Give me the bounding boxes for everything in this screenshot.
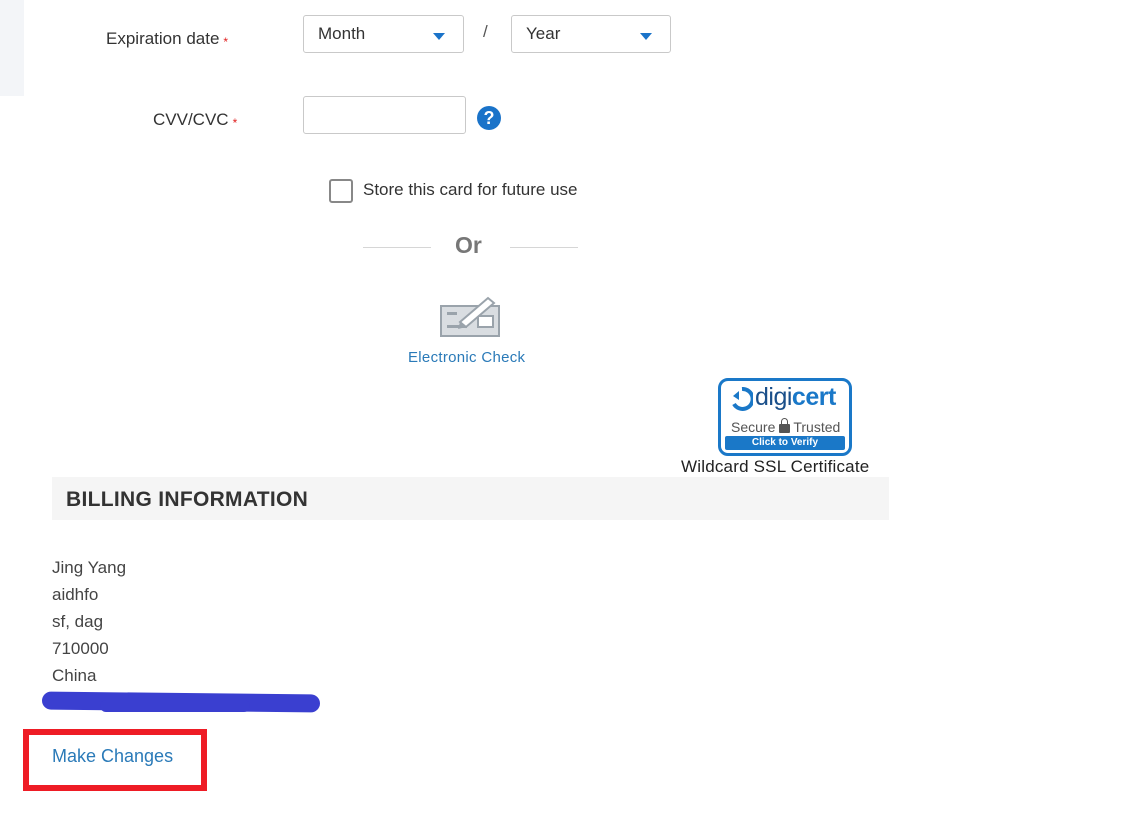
chevron-down-icon bbox=[433, 33, 445, 40]
expiration-month-select[interactable]: Month bbox=[303, 15, 464, 53]
billing-address-line: Jing Yang bbox=[52, 558, 127, 577]
store-card-checkbox[interactable] bbox=[329, 179, 353, 203]
digicert-logo-icon bbox=[732, 387, 753, 411]
divider-line-left bbox=[363, 247, 431, 248]
divider-line-right bbox=[510, 247, 578, 248]
billing-address-line: 710000 bbox=[52, 639, 109, 658]
lock-icon bbox=[779, 418, 791, 433]
or-divider-text: Or bbox=[455, 232, 482, 258]
cvv-input[interactable] bbox=[303, 96, 466, 134]
billing-address-line: aidhfo bbox=[52, 585, 99, 604]
make-changes-link[interactable]: Make Changes bbox=[52, 746, 173, 767]
help-icon[interactable]: ? bbox=[477, 106, 501, 130]
left-edge-strip bbox=[0, 0, 24, 96]
billing-address-line: sf, dag bbox=[52, 612, 104, 631]
expiration-year-value: Year bbox=[526, 24, 561, 43]
ssl-certificate-caption: Wildcard SSL Certificate bbox=[681, 457, 870, 476]
redaction-mark bbox=[100, 700, 250, 712]
digicert-ssl-badge[interactable]: digicert Secure Trusted Click to Verify bbox=[718, 378, 852, 456]
billing-title: BILLING INFORMATION bbox=[66, 488, 309, 511]
electronic-check-link[interactable]: Electronic Check bbox=[408, 349, 525, 366]
billing-section-header: BILLING INFORMATION bbox=[52, 477, 889, 520]
billing-address-line: China bbox=[52, 666, 97, 685]
cvv-label: CVV/CVC * bbox=[153, 110, 238, 130]
digicert-brand: digicert bbox=[755, 383, 836, 411]
required-marker: * bbox=[232, 116, 238, 130]
expiration-date-label: Expiration date * bbox=[106, 29, 229, 49]
date-separator: / bbox=[483, 22, 488, 41]
expiration-month-value: Month bbox=[318, 24, 366, 43]
required-marker: * bbox=[223, 35, 229, 49]
store-card-label[interactable]: Store this card for future use bbox=[363, 180, 578, 200]
expiration-year-select[interactable]: Year bbox=[511, 15, 671, 53]
digicert-secure-trusted: Secure Trusted bbox=[731, 418, 841, 435]
check-payment-icon[interactable] bbox=[438, 292, 502, 340]
click-to-verify-button[interactable]: Click to Verify bbox=[725, 436, 845, 450]
chevron-down-icon bbox=[640, 33, 652, 40]
